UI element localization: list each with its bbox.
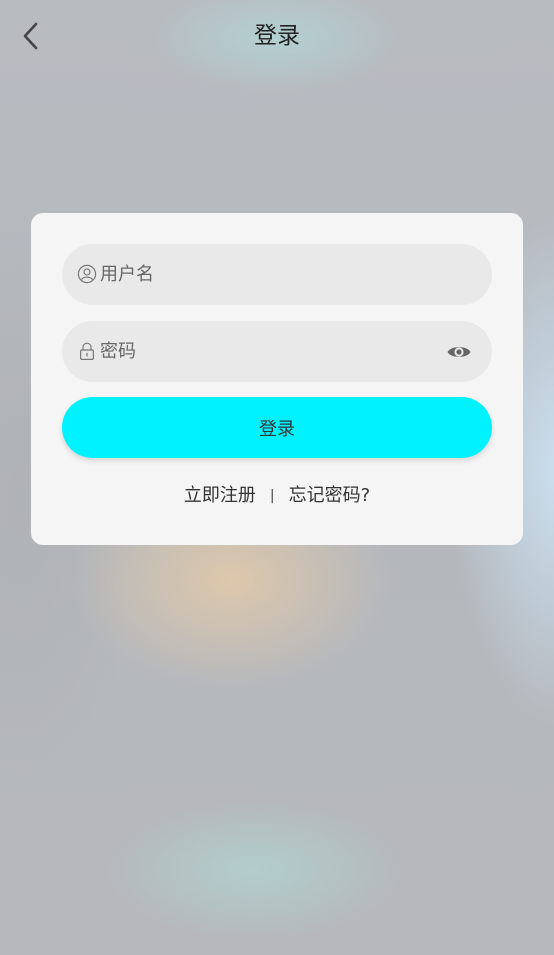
login-button[interactable]: 登录 xyxy=(62,397,492,458)
register-link[interactable]: 立即注册 xyxy=(184,485,256,506)
login-card: 登录 立即注册 | 忘记密码? xyxy=(31,213,523,545)
eye-icon xyxy=(447,347,471,357)
user-icon xyxy=(77,264,97,284)
link-separator: | xyxy=(269,488,275,504)
forgot-password-link[interactable]: 忘记密码? xyxy=(289,485,371,506)
toggle-password-visibility[interactable] xyxy=(446,339,472,365)
page-title: 登录 xyxy=(254,23,300,49)
username-field xyxy=(62,244,492,305)
password-field xyxy=(62,321,492,382)
lock-icon xyxy=(79,342,95,360)
username-input[interactable] xyxy=(100,244,430,305)
auth-links: 立即注册 | 忘记密码? xyxy=(31,483,523,509)
password-input[interactable] xyxy=(100,321,430,382)
top-bar: 登录 xyxy=(0,0,554,72)
